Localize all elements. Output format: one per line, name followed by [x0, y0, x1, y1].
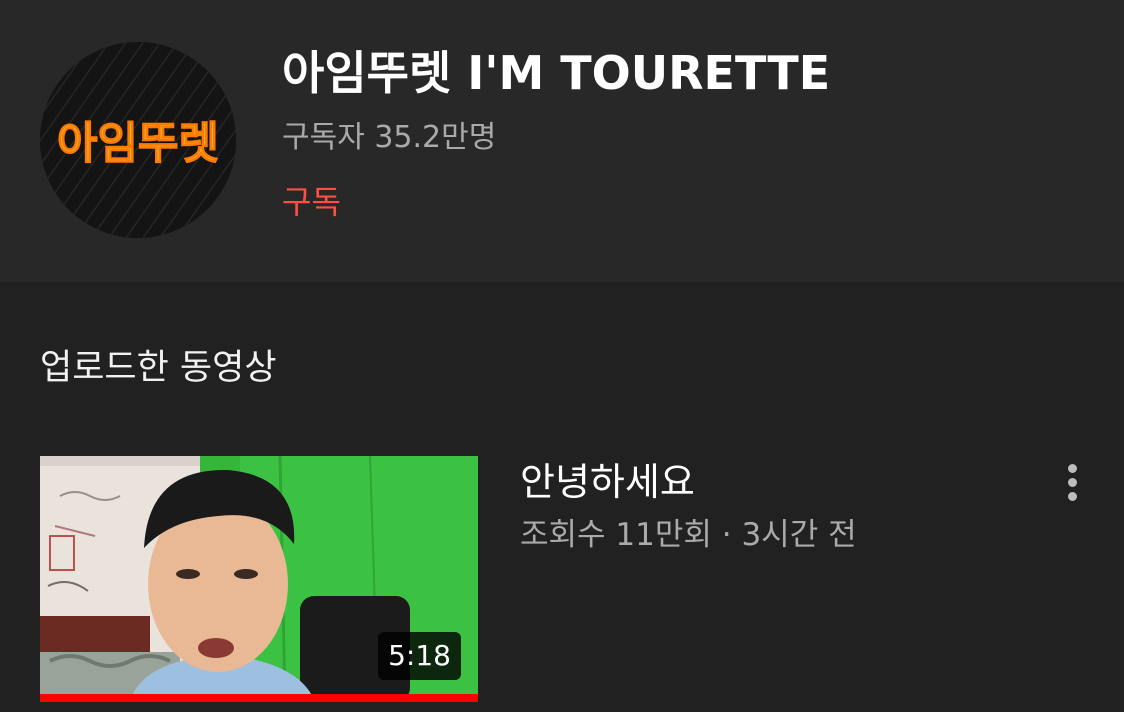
subscribe-button[interactable]: 구독 — [282, 172, 341, 232]
avatar-logo: 아임뚜렛 — [40, 42, 236, 238]
more-vert-icon[interactable] — [1052, 462, 1092, 502]
more-dot — [1068, 464, 1077, 473]
video-duration: 5:18 — [378, 632, 461, 680]
video-title[interactable]: 안녕하세요 — [520, 456, 857, 508]
video-thumbnail[interactable]: 5:18 — [40, 456, 478, 702]
channel-info: 아임뚜렛 I'M TOURETTE 구독자 35.2만명 구독 — [282, 40, 830, 232]
watch-progress-fill — [40, 694, 478, 702]
channel-page: 아임뚜렛 아임뚜렛 I'M TOURETTE 구독자 35.2만명 구독 업로드… — [0, 0, 1124, 712]
channel-header: 아임뚜렛 아임뚜렛 I'M TOURETTE 구독자 35.2만명 구독 — [0, 0, 1124, 282]
uploads-section-title: 업로드한 동영상 — [40, 348, 277, 388]
watch-progress-bar — [40, 694, 478, 702]
more-dot — [1068, 478, 1077, 487]
subscriber-count: 구독자 35.2만명 — [282, 120, 497, 155]
channel-name: 아임뚜렛 I'M TOURETTE — [282, 46, 831, 100]
channel-avatar[interactable]: 아임뚜렛 — [40, 42, 236, 238]
video-stats: 조회수 11만회 · 3시간 전 — [520, 517, 857, 553]
video-list-item[interactable]: 5:18 안녕하세요 조회수 11만회 · 3시간 전 — [0, 456, 1124, 712]
video-meta: 안녕하세요 조회수 11만회 · 3시간 전 — [520, 456, 857, 560]
avatar-logo-text: 아임뚜렛 — [57, 118, 219, 169]
more-dot — [1068, 492, 1077, 501]
